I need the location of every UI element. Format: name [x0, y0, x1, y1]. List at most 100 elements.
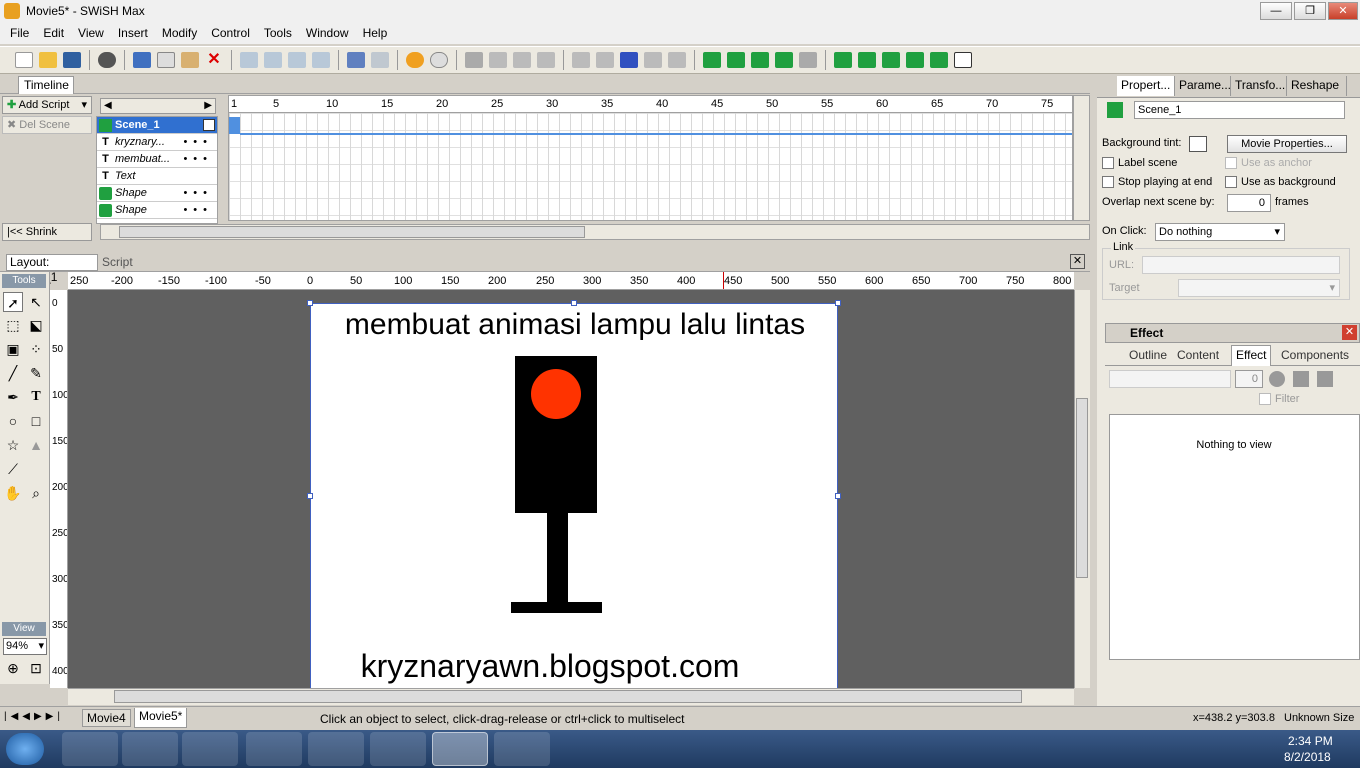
menu-insert[interactable]: Insert	[118, 26, 148, 40]
tab-effect[interactable]: Effect	[1231, 345, 1272, 366]
frame-grid[interactable]	[229, 113, 1072, 220]
send-backward-icon[interactable]	[288, 52, 306, 68]
insert-group-icon[interactable]	[775, 52, 793, 68]
app-task-icon[interactable]	[182, 732, 238, 766]
insert-component-icon[interactable]	[799, 52, 817, 68]
insert-button-icon[interactable]	[751, 52, 769, 68]
paste-icon[interactable]	[181, 52, 199, 68]
movie-properties-button[interactable]: Movie Properties...	[1227, 135, 1347, 153]
red-light-circle[interactable]	[531, 369, 581, 419]
selection-handle[interactable]	[307, 300, 313, 306]
shrink-button[interactable]: |<< Shrink	[2, 223, 92, 241]
doc-tab-movie5[interactable]: Movie5*	[134, 708, 188, 728]
hand-tool-icon[interactable]: ✋	[3, 483, 23, 503]
new-file-icon[interactable]	[15, 52, 33, 68]
play-timeline-icon[interactable]	[513, 52, 531, 68]
timeline-vscroll[interactable]	[1073, 95, 1090, 221]
zoom-fit-icon[interactable]: ⊡	[26, 658, 46, 678]
tab-outline[interactable]: Outline	[1129, 348, 1167, 362]
play-effect-icon[interactable]	[537, 52, 555, 68]
text-tool-icon[interactable]: T	[26, 387, 46, 407]
menu-window[interactable]: Window	[306, 26, 349, 40]
stop-playing-checkbox[interactable]	[1102, 176, 1114, 189]
zoom-in-icon[interactable]: ⊕	[3, 658, 23, 678]
effect-text-icon[interactable]	[954, 52, 972, 68]
menu-view[interactable]: View	[78, 26, 104, 40]
on-click-select[interactable]: Do nothing ▾	[1155, 223, 1285, 241]
tab-properties[interactable]: Propert...	[1117, 76, 1175, 96]
undo-icon[interactable]	[347, 52, 365, 68]
target-select[interactable]: ▾	[1178, 279, 1340, 297]
menu-edit[interactable]: Edit	[43, 26, 64, 40]
stage-heading-text[interactable]: membuat animasi lampu lalu lintas	[311, 308, 839, 342]
current-frame-marker[interactable]	[229, 117, 240, 134]
tab-layout[interactable]: Layout: Scene_1	[6, 254, 98, 284]
use-as-background-checkbox[interactable]	[1225, 176, 1237, 189]
layout-vscroll-thumb[interactable]	[1076, 398, 1088, 578]
selection-handle[interactable]	[835, 493, 841, 499]
restore-button[interactable]: ❐	[1294, 2, 1326, 20]
label-scene-checkbox[interactable]	[1102, 157, 1114, 170]
send-back-icon[interactable]	[312, 52, 330, 68]
scroll-right-icon[interactable]: ▶	[204, 100, 212, 111]
stop-playing-option[interactable]: Stop playing at end	[1102, 176, 1212, 189]
tab-content[interactable]: Content	[1177, 348, 1219, 362]
zoom-select[interactable]: 94% ▾	[3, 638, 47, 655]
url-input[interactable]	[1142, 256, 1340, 274]
help-icon[interactable]	[406, 52, 424, 68]
menu-tools[interactable]: Tools	[264, 26, 292, 40]
layer-row[interactable]: Scene_1	[97, 117, 217, 134]
swish-task-icon[interactable]	[432, 732, 488, 766]
eyedropper-tool-icon[interactable]: ⟋	[3, 459, 23, 479]
redo-icon[interactable]	[371, 52, 389, 68]
label-scene-option[interactable]: Label scene	[1102, 157, 1177, 170]
overlap-input[interactable]: 0	[1227, 194, 1271, 212]
minimize-button[interactable]: —	[1260, 2, 1292, 20]
stage-footer-text[interactable]: kryznaryawn.blogspot.com	[311, 648, 839, 685]
stage-area[interactable]: membuat animasi lampu lalu lintas kryzna…	[68, 290, 1074, 688]
close-icon[interactable]: ✕	[1342, 325, 1357, 340]
scene-name-field[interactable]: Scene_1	[1134, 101, 1345, 119]
stop-icon[interactable]	[465, 52, 483, 68]
visibility-toggle[interactable]	[203, 119, 215, 131]
bring-front-icon[interactable]	[240, 52, 258, 68]
goto-frame-icon[interactable]	[620, 52, 638, 68]
paint-task-icon[interactable]	[494, 732, 550, 766]
first-frame-icon[interactable]	[572, 52, 590, 68]
effect-name-field[interactable]	[1109, 370, 1231, 388]
close-window-button[interactable]: ✕	[1328, 2, 1358, 20]
menu-control[interactable]: Control	[211, 26, 250, 40]
transform-tool-icon[interactable]: ⬚	[3, 315, 23, 335]
menu-file[interactable]: File	[10, 26, 29, 40]
line-tool-icon[interactable]: ╱	[3, 363, 23, 383]
effect-slide-icon[interactable]	[882, 52, 900, 68]
tab-transform[interactable]: Transfo...	[1231, 76, 1287, 96]
selection-handle[interactable]	[835, 300, 841, 306]
tab-parameters[interactable]: Parame...	[1175, 76, 1231, 96]
clock-time[interactable]: 2:34 PM	[1288, 734, 1333, 748]
layer-row[interactable]: Shape •••	[97, 202, 217, 219]
menu-help[interactable]: Help	[363, 26, 388, 40]
doc-nav-icons[interactable]: |◀◀▶▶|	[4, 711, 64, 722]
save-icon[interactable]	[63, 52, 81, 68]
tab-script[interactable]: Script	[102, 255, 133, 269]
background-tint-swatch[interactable]	[1189, 136, 1207, 152]
add-script-button[interactable]: ✚ Add Script ▾	[2, 96, 92, 114]
start-button[interactable]	[6, 733, 44, 765]
tab-reshape[interactable]: Reshape	[1287, 76, 1347, 96]
traffic-light-base[interactable]	[511, 602, 602, 613]
bring-forward-icon[interactable]	[264, 52, 282, 68]
cut-icon[interactable]	[133, 52, 151, 68]
filter-option[interactable]: Filter	[1259, 393, 1299, 406]
timeline-hscroll[interactable]	[100, 224, 1090, 240]
effect-settings-icon[interactable]	[1317, 371, 1333, 387]
component-tool-icon[interactable]: ▲	[26, 435, 46, 455]
subselect-tool-icon[interactable]: ↖	[26, 292, 46, 312]
open-folder-icon[interactable]	[39, 52, 57, 68]
tab-components[interactable]: Components	[1281, 348, 1349, 362]
last-frame-icon[interactable]	[668, 52, 686, 68]
effect-zoom-icon[interactable]	[858, 52, 876, 68]
layout-vscroll[interactable]	[1074, 290, 1090, 688]
fill-transform-icon[interactable]: ▣	[3, 339, 23, 359]
layer-row[interactable]: Shape •••	[97, 185, 217, 202]
